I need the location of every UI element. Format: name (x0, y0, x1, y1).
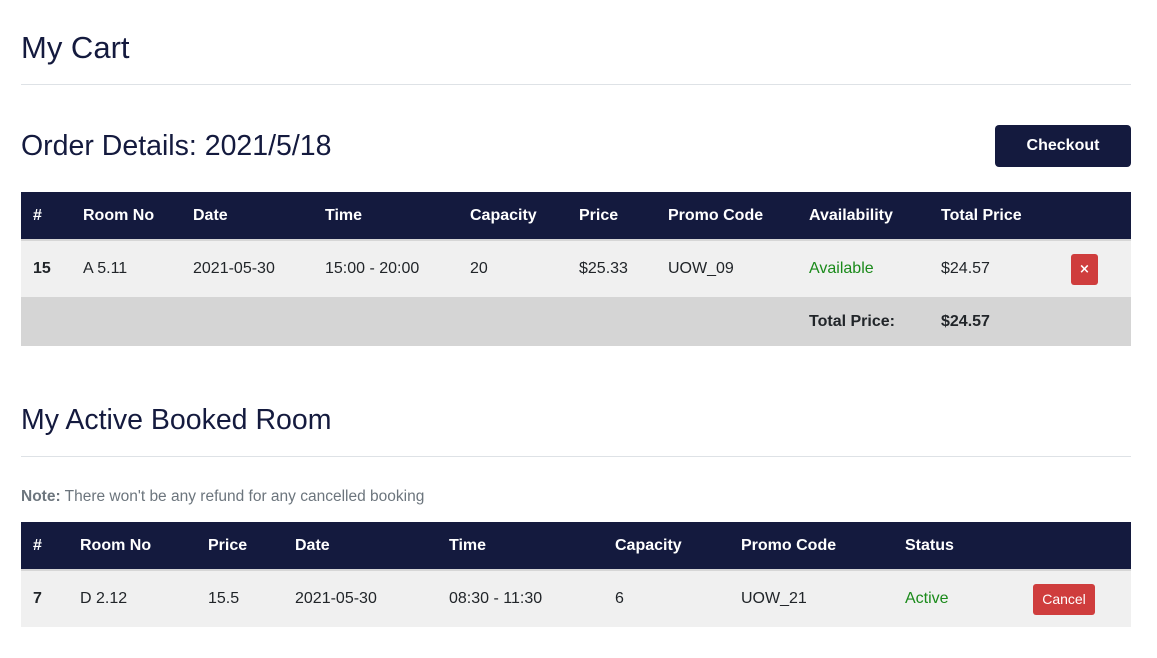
cell-availability: Available (809, 260, 874, 277)
col-header-id: # (33, 536, 42, 554)
col-header-date: Date (193, 206, 228, 224)
cell-time: 15:00 - 20:00 (325, 260, 420, 277)
cart-table: # Room No Date Time Capacity Price Promo… (21, 192, 1131, 346)
cell-promo-code: UOW_09 (668, 260, 734, 277)
cell-date: 2021-05-30 (193, 260, 275, 277)
total-row: Total Price: $24.57 (21, 297, 1131, 346)
cell-room-no: D 2.12 (80, 590, 128, 607)
col-header-capacity: Capacity (615, 536, 682, 554)
col-header-status: Status (905, 536, 954, 554)
col-header-id: # (33, 206, 42, 224)
cell-capacity: 20 (470, 260, 488, 277)
divider (21, 84, 1131, 85)
col-header-time: Time (325, 206, 363, 224)
checkout-button[interactable]: Checkout (995, 125, 1131, 167)
booked-rooms-title: My Active Booked Room (21, 404, 332, 436)
cell-id: 15 (33, 260, 51, 277)
col-header-total-price: Total Price (941, 206, 1022, 224)
cell-capacity: 6 (615, 590, 624, 607)
cell-actions: Cancel (1021, 570, 1131, 627)
cell-price: 15.5 (208, 590, 240, 607)
cell-promo-code: UOW_21 (741, 590, 807, 607)
col-header-date: Date (295, 536, 330, 554)
col-header-availability: Availability (809, 206, 893, 224)
divider (21, 456, 1131, 457)
cell-total-price: $24.57 (941, 260, 990, 277)
col-header-actions (1021, 522, 1131, 570)
cell-price: $25.33 (579, 260, 628, 277)
total-value: $24.57 (941, 312, 990, 330)
col-header-promo-code: Promo Code (741, 536, 837, 554)
cell-room-no: A 5.11 (83, 260, 128, 277)
col-header-promo-code: Promo Code (668, 206, 764, 224)
col-header-time: Time (449, 536, 487, 554)
col-header-price: Price (579, 206, 619, 224)
booked-header-row: # Room No Price Date Time Capacity Promo… (21, 522, 1131, 570)
table-row: 7 D 2.12 15.5 2021-05-30 08:30 - 11:30 6… (21, 570, 1131, 627)
cell-date: 2021-05-30 (295, 590, 377, 607)
cart-header-row: # Room No Date Time Capacity Price Promo… (21, 192, 1131, 240)
cell-id: 7 (33, 590, 42, 607)
table-row: 15 A 5.11 2021-05-30 15:00 - 20:00 20 $2… (21, 240, 1131, 297)
col-header-room-no: Room No (83, 206, 155, 224)
remove-item-button[interactable]: × (1071, 253, 1098, 285)
refund-note: Note: There won't be any refund for any … (21, 488, 424, 506)
note-text: There won't be any refund for any cancel… (60, 488, 425, 505)
cancel-booking-button[interactable]: Cancel (1033, 583, 1095, 615)
cell-actions: × (1059, 240, 1131, 297)
total-label: Total Price: (809, 312, 895, 330)
note-label: Note: (21, 488, 61, 505)
cell-time: 08:30 - 11:30 (449, 590, 543, 607)
col-header-actions (1059, 192, 1131, 240)
col-header-capacity: Capacity (470, 206, 537, 224)
col-header-room-no: Room No (80, 536, 152, 554)
booked-table: # Room No Price Date Time Capacity Promo… (21, 522, 1131, 627)
page-title: My Cart (21, 30, 130, 65)
order-details-title: Order Details: 2021/5/18 (21, 130, 332, 162)
col-header-price: Price (208, 536, 248, 554)
cell-status: Active (905, 590, 949, 607)
